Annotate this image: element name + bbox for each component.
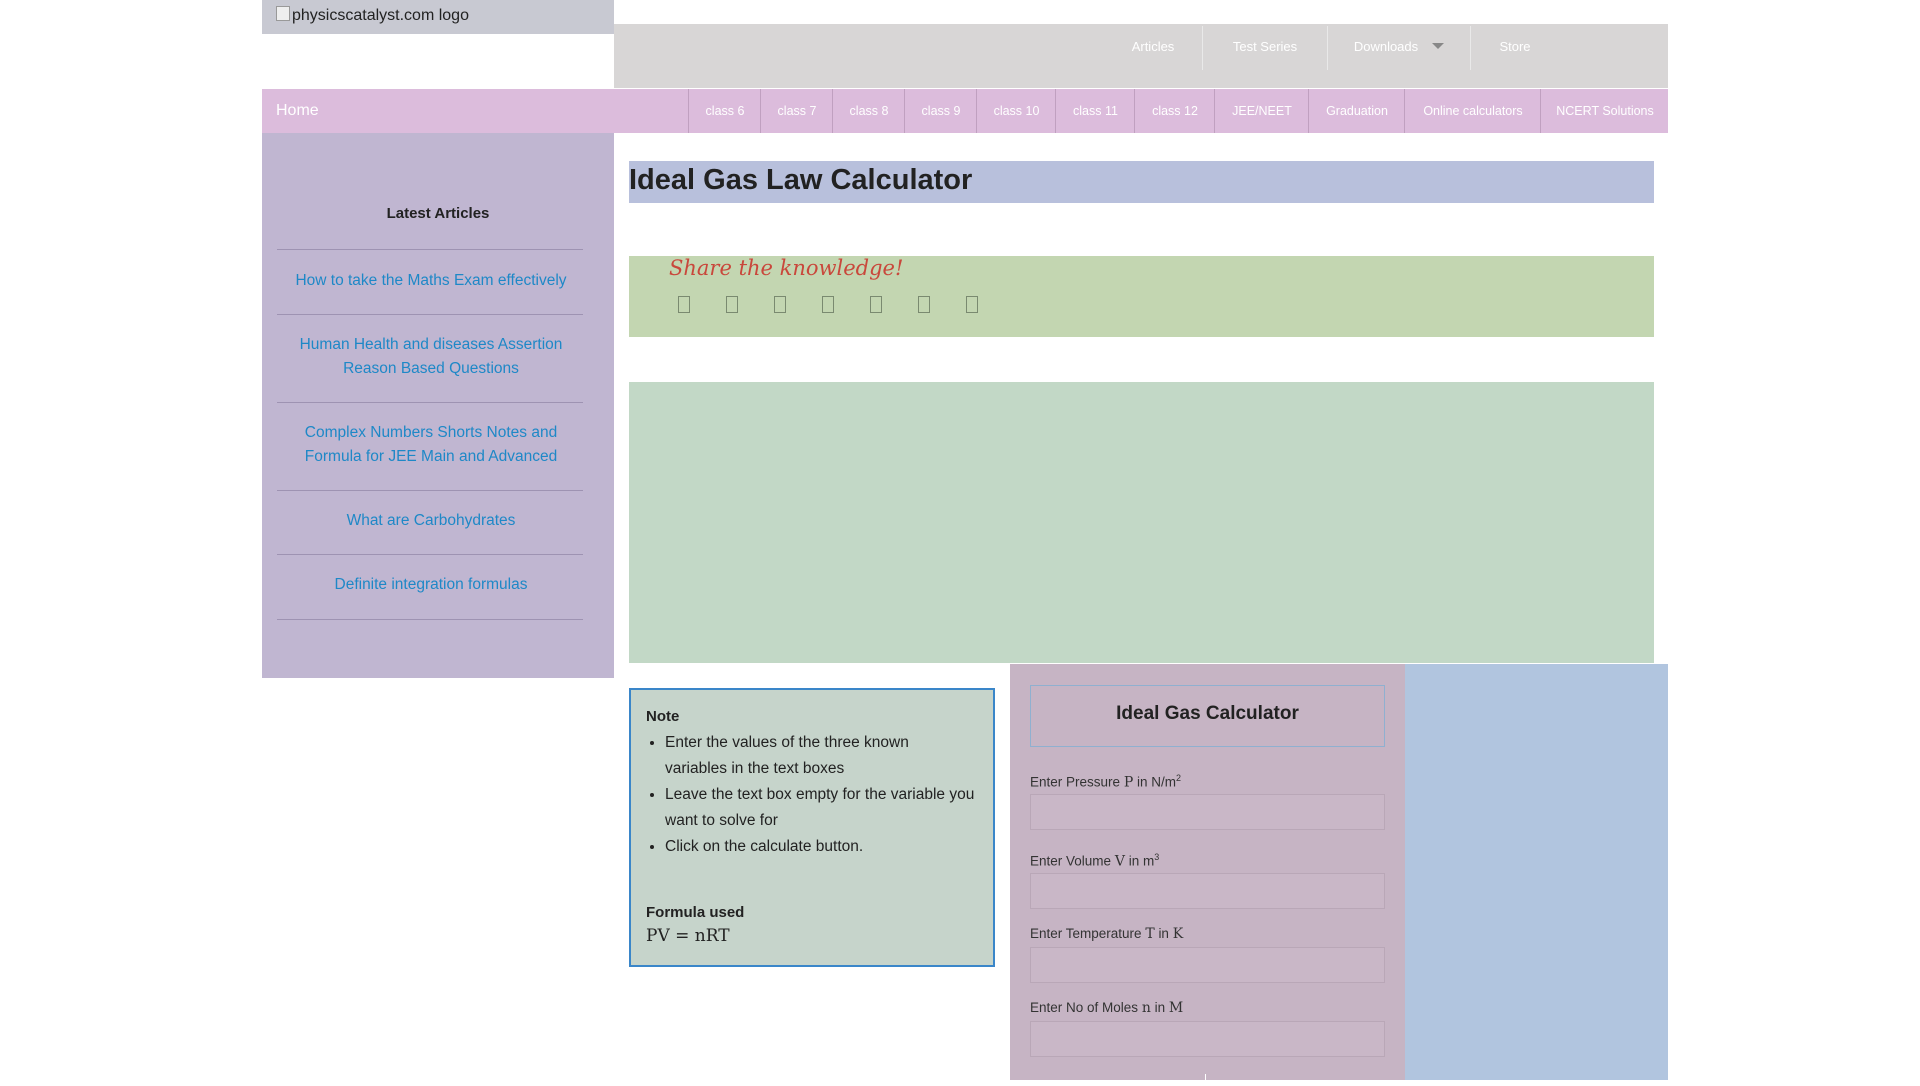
pressure-symbol: P — [1123, 774, 1134, 791]
chevron-down-icon — [1432, 43, 1445, 49]
sidebar-article-link[interactable]: How to take the Maths Exam effectively — [286, 269, 576, 293]
email-share-icon[interactable] — [918, 296, 930, 313]
broken-image-icon — [276, 6, 290, 21]
formula-heading: Formula used — [646, 904, 745, 921]
nav-ncert-solutions[interactable]: NCERT Solutions — [1540, 89, 1669, 133]
nav-home[interactable]: Home — [276, 89, 319, 133]
nav-class-12[interactable]: class 12 — [1134, 89, 1215, 133]
sidebar-divider — [277, 249, 583, 250]
nav-class-9[interactable]: class 9 — [904, 89, 977, 133]
nav-class-11[interactable]: class 11 — [1055, 89, 1135, 133]
site-logo[interactable]: physicscatalyst.com logo — [262, 0, 614, 34]
pinterest-share-icon[interactable] — [822, 296, 834, 313]
logo-alt-text: physicscatalyst.com logo — [292, 7, 469, 24]
top-nav-articles[interactable]: Articles — [1104, 24, 1202, 68]
sidebar: Latest Articles How to take the Maths Ex… — [262, 133, 614, 678]
page-title-bar: Ideal Gas Law Calculator — [629, 161, 1654, 203]
calculator-panel: Ideal Gas Calculator Enter Pressure P in… — [1010, 664, 1405, 1086]
note-box: Note Enter the values of the three known… — [629, 688, 995, 967]
advertisement-area — [629, 382, 1654, 663]
temperature-label: Enter Temperature T in K — [1030, 926, 1183, 942]
sidebar-divider — [277, 619, 583, 620]
sidebar-article-link[interactable]: Complex Numbers Shorts Notes and Formula… — [286, 421, 576, 469]
nav-graduation[interactable]: Graduation — [1308, 89, 1405, 133]
sidebar-divider — [277, 490, 583, 491]
volume-label: Enter Volume V in m3 — [1030, 852, 1159, 870]
nav-jee-neet[interactable]: JEE/NEET — [1214, 89, 1309, 133]
moles-input[interactable] — [1030, 1021, 1385, 1057]
top-nav-store[interactable]: Store — [1471, 24, 1559, 68]
list-item: Enter the values of the three known vari… — [665, 730, 975, 782]
sidebar-article-link[interactable]: What are Carbohydrates — [286, 509, 576, 533]
nav-class-8[interactable]: class 8 — [832, 89, 905, 133]
linkedin-share-icon[interactable] — [774, 296, 786, 313]
moles-unit: in — [1154, 1000, 1166, 1015]
sidebar-article-link[interactable]: Human Health and diseases Assertion Reas… — [286, 333, 576, 381]
note-heading: Note — [646, 708, 680, 725]
calculator-title-box: Ideal Gas Calculator — [1030, 685, 1385, 747]
main-navigation: Home class 6 class 7 class 8 class 9 cla… — [262, 89, 1668, 133]
pressure-label: Enter Pressure P in N/m2 — [1030, 773, 1181, 791]
sidebar-article-link[interactable]: Definite integration formulas — [286, 573, 576, 597]
volume-input[interactable] — [1030, 873, 1385, 909]
sidebar-divider — [277, 554, 583, 555]
top-navigation: Articles Test Series Downloads Store — [614, 24, 1668, 88]
side-advertisement — [1405, 664, 1668, 1080]
sidebar-divider — [277, 402, 583, 403]
list-item: Click on the calculate button. — [665, 834, 975, 860]
share-box: Share the knowledge! — [629, 256, 1654, 337]
nav-class-7[interactable]: class 7 — [760, 89, 833, 133]
label-text: Enter Temperature — [1030, 926, 1142, 941]
print-share-icon[interactable] — [966, 296, 978, 313]
label-text: Enter No of Moles — [1030, 1000, 1139, 1015]
note-list: Enter the values of the three known vari… — [648, 730, 975, 860]
share-title: Share the knowledge! — [669, 256, 904, 280]
nav-class-10[interactable]: class 10 — [976, 89, 1056, 133]
volume-unit-exponent: 3 — [1154, 852, 1160, 862]
temperature-unit: in — [1158, 926, 1169, 941]
nav-class-6[interactable]: class 6 — [688, 89, 761, 133]
pressure-input[interactable] — [1030, 794, 1385, 830]
twitter-share-icon[interactable] — [726, 296, 738, 313]
temperature-symbol: T — [1145, 926, 1155, 942]
label-text: Enter Volume — [1030, 853, 1112, 869]
temperature-input[interactable] — [1030, 947, 1385, 983]
label-text: Enter Pressure — [1030, 774, 1121, 790]
facebook-share-icon[interactable] — [678, 296, 690, 313]
button-divider — [1205, 1074, 1206, 1086]
moles-unit-symbol: M — [1168, 1000, 1184, 1016]
formula: PV = nRT — [646, 926, 730, 946]
sidebar-title: Latest Articles — [386, 205, 490, 222]
moles-label: Enter No of Moles n in M — [1030, 1000, 1183, 1016]
downloads-label: Downloads — [1353, 38, 1419, 54]
top-nav-test-series[interactable]: Test Series — [1203, 24, 1327, 68]
temperature-unit-symbol: K — [1172, 926, 1184, 942]
sidebar-divider — [277, 314, 583, 315]
calculator-title: Ideal Gas Calculator — [1116, 703, 1299, 724]
pressure-unit: in N/m — [1137, 774, 1177, 790]
top-nav-downloads[interactable]: Downloads — [1328, 24, 1470, 68]
list-item: Leave the text box empty for the variabl… — [665, 782, 975, 834]
page-title: Ideal Gas Law Calculator — [629, 164, 973, 196]
moles-symbol: n — [1141, 1000, 1151, 1016]
volume-unit: in m — [1128, 853, 1155, 869]
volume-symbol: V — [1114, 853, 1125, 870]
nav-online-calculators[interactable]: Online calculators — [1404, 89, 1541, 133]
whatsapp-share-icon[interactable] — [870, 296, 882, 313]
pressure-unit-exponent: 2 — [1176, 773, 1182, 783]
